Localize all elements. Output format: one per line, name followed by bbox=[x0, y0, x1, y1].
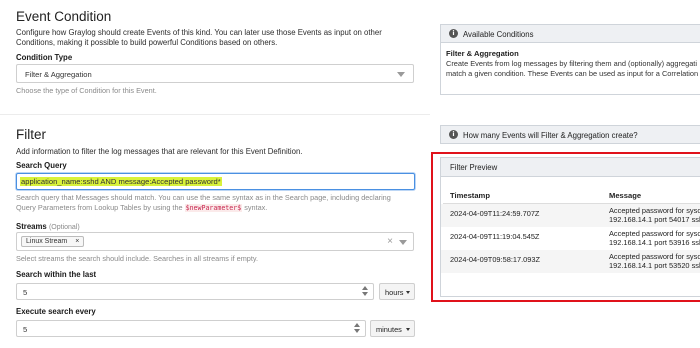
row-message-line1: Accepted password for syso bbox=[609, 206, 700, 215]
column-header-timestamp: Timestamp bbox=[450, 191, 490, 200]
condition-type-select[interactable]: Filter & Aggregation bbox=[16, 64, 414, 83]
filter-title: Filter bbox=[16, 127, 46, 142]
row-message: Accepted password for syso 192.168.14.1 p… bbox=[609, 229, 700, 247]
search-query-help-line1: Search query that Messages should match.… bbox=[16, 193, 391, 202]
available-conditions-panel: i Available Conditions Filter & Aggregat… bbox=[440, 24, 700, 95]
search-query-value: application_name:sshd AND message:Accept… bbox=[20, 177, 222, 186]
row-message: Accepted password for syso 192.168.14.1 p… bbox=[609, 206, 700, 224]
available-conditions-body-text: Create Events from log messages by filte… bbox=[446, 59, 699, 78]
streams-help: Select streams the search should include… bbox=[16, 254, 258, 263]
info-circle-icon: i bbox=[449, 130, 458, 139]
streams-label-text: Streams bbox=[16, 222, 47, 231]
section-divider bbox=[0, 114, 430, 115]
search-query-label: Search Query bbox=[16, 161, 67, 170]
table-row[interactable]: 2024-04-09T11:19:04.545Z Accepted passwo… bbox=[441, 227, 700, 250]
row-message-line2: 192.168.14.1 port 53520 ssh bbox=[609, 261, 700, 270]
info-circle-icon: i bbox=[449, 29, 458, 38]
event-condition-title: Event Condition bbox=[16, 9, 112, 24]
filter-preview-panel: Filter Preview Timestamp Message 2024-04… bbox=[440, 157, 700, 297]
event-condition-description: Configure how Graylog should create Even… bbox=[16, 28, 382, 47]
search-within-input[interactable]: 5 bbox=[16, 283, 374, 300]
execute-every-unit-dropdown[interactable]: minutes bbox=[370, 320, 415, 337]
available-conditions-header: i Available Conditions bbox=[440, 24, 700, 43]
row-message: Accepted password for syso 192.168.14.1 p… bbox=[609, 252, 700, 270]
streams-optional: (Optional) bbox=[48, 224, 80, 231]
events-info-header[interactable]: i How many Events will Filter & Aggregat… bbox=[440, 125, 700, 144]
available-conditions-title: Available Conditions bbox=[463, 30, 534, 39]
execute-every-unit: minutes bbox=[376, 325, 402, 334]
streams-select[interactable]: Linux Stream × × bbox=[16, 232, 414, 251]
search-within-unit: hours bbox=[385, 288, 404, 297]
search-query-input[interactable]: application_name:sshd AND message:Accept… bbox=[16, 173, 415, 190]
available-conditions-body-title: Filter & Aggregation bbox=[446, 49, 519, 58]
number-spinner-icon[interactable] bbox=[354, 323, 360, 333]
caret-down-icon[interactable] bbox=[397, 72, 405, 77]
condition-type-help: Choose the type of Condition for this Ev… bbox=[16, 86, 157, 95]
events-info-title: How many Events will Filter & Aggregatio… bbox=[463, 131, 638, 140]
search-within-value: 5 bbox=[23, 288, 28, 297]
row-message-line2: 192.168.14.1 port 54017 ssh bbox=[609, 215, 700, 224]
row-timestamp: 2024-04-09T11:24:59.707Z bbox=[450, 209, 540, 218]
clear-streams-icon[interactable]: × bbox=[387, 236, 393, 247]
search-within-label: Search within the last bbox=[16, 270, 97, 279]
column-header-message: Message bbox=[609, 191, 642, 200]
filter-description: Add information to filter the log messag… bbox=[16, 147, 303, 156]
number-spinner-icon[interactable] bbox=[362, 286, 368, 296]
search-query-help-line2: Query Parameters from Lookup Tables by u… bbox=[16, 202, 183, 212]
row-message-line1: Accepted password for syso bbox=[609, 229, 700, 238]
stream-tag-label: Linux Stream bbox=[26, 238, 68, 245]
search-query-help: Search query that Messages should match.… bbox=[16, 193, 416, 213]
search-query-help-line2-end: syntax. bbox=[244, 202, 268, 212]
row-timestamp: 2024-04-09T11:19:04.545Z bbox=[450, 232, 540, 241]
execute-every-input[interactable]: 5 bbox=[16, 320, 366, 337]
row-message-line2: 192.168.14.1 port 53916 ssh bbox=[609, 238, 700, 247]
remove-tag-icon[interactable]: × bbox=[75, 238, 79, 245]
caret-down-icon[interactable] bbox=[399, 240, 407, 245]
table-row[interactable]: 2024-04-09T11:24:59.707Z Accepted passwo… bbox=[441, 204, 700, 227]
caret-down-icon bbox=[406, 291, 410, 294]
table-row[interactable]: 2024-04-09T09:58:17.093Z Accepted passwo… bbox=[441, 250, 700, 273]
condition-type-label: Condition Type bbox=[16, 53, 73, 62]
streams-label: Streams (Optional) bbox=[16, 222, 80, 231]
condition-type-value: Filter & Aggregation bbox=[25, 70, 92, 79]
filter-preview-title: Filter Preview bbox=[450, 163, 498, 172]
search-within-unit-dropdown[interactable]: hours bbox=[379, 283, 415, 300]
execute-every-value: 5 bbox=[23, 325, 28, 334]
stream-tag-linux[interactable]: Linux Stream × bbox=[21, 236, 85, 247]
parameter-syntax-code: $newParameter$ bbox=[184, 203, 243, 212]
row-message-line1: Accepted password for syso bbox=[609, 252, 700, 261]
row-timestamp: 2024-04-09T09:58:17.093Z bbox=[450, 255, 540, 264]
filter-preview-header: Filter Preview bbox=[440, 157, 700, 177]
execute-every-label: Execute search every bbox=[16, 307, 96, 316]
caret-down-icon bbox=[406, 328, 410, 331]
